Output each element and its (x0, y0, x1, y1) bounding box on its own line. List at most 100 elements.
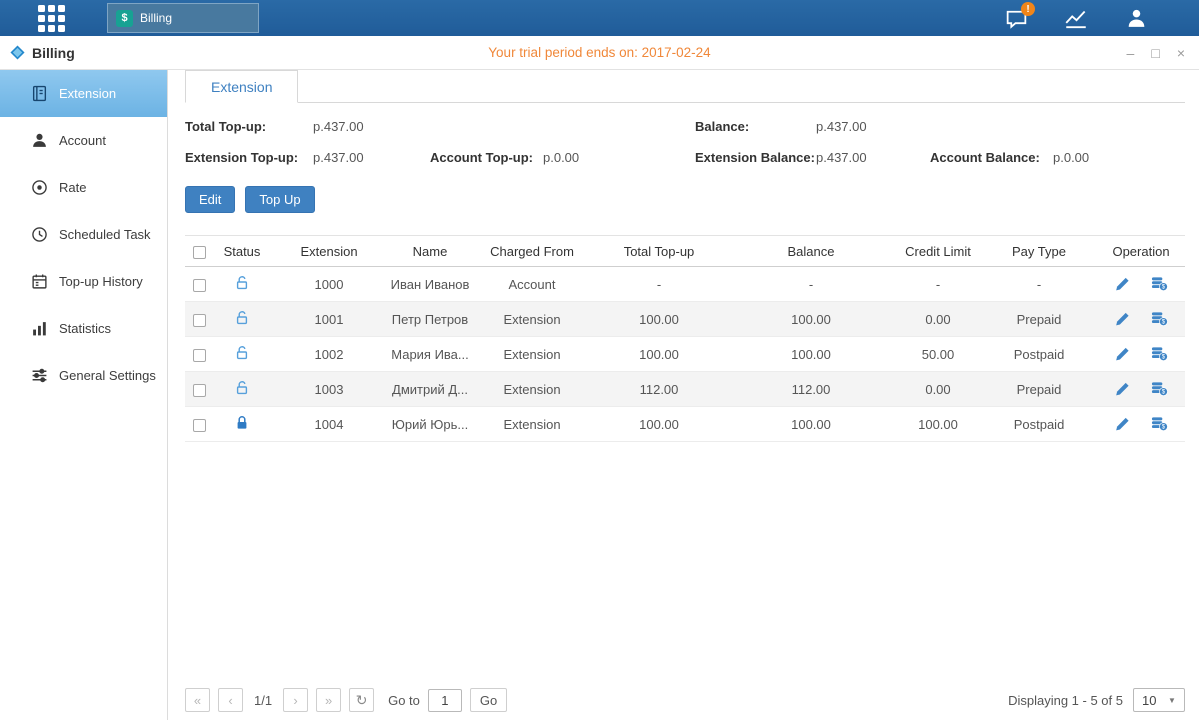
edit-icon[interactable] (1114, 346, 1131, 362)
refresh-icon[interactable]: ↻ (349, 688, 374, 712)
sidebar-item-account[interactable]: Account (0, 117, 167, 164)
chevron-down-icon: ▼ (1168, 696, 1184, 705)
edit-icon[interactable] (1114, 311, 1131, 327)
select-all-checkbox[interactable] (193, 246, 206, 259)
cell-extension: 1000 (271, 267, 387, 302)
sidebar-item-label: Top-up History (59, 274, 143, 289)
window-title-bar: Billing Your trial period ends on: 2017-… (0, 36, 1199, 70)
cell-charged-from: Account (473, 267, 591, 302)
cell-name: Иван Иванов (387, 267, 473, 302)
sidebar-item-extension[interactable]: Extension (0, 70, 167, 117)
extension-topup-field: Extension Top-up: p.437.00 (185, 150, 430, 165)
next-page-button[interactable]: › (283, 688, 308, 712)
balance-label: Balance: (695, 119, 816, 134)
pagination-bar: « ‹ 1/1 › » ↻ Go to Go Displaying 1 - 5 … (185, 688, 1185, 712)
last-page-button[interactable]: » (316, 688, 341, 712)
extension-balance-label: Extension Balance: (695, 150, 816, 165)
status-lock-icon[interactable] (234, 275, 250, 291)
trial-period-notice: Your trial period ends on: 2017-02-24 (0, 45, 1199, 60)
edit-button[interactable]: Edit (185, 186, 235, 213)
cell-credit-limit: 0.00 (895, 372, 981, 407)
cell-name: Юрий Юрь... (387, 407, 473, 442)
go-button[interactable]: Go (470, 688, 507, 712)
extensions-table: Status Extension Name Charged From Total… (185, 235, 1185, 442)
close-icon[interactable]: × (1177, 46, 1185, 60)
window-title: Billing (32, 45, 75, 61)
topbar-right-icons: ! (1003, 0, 1149, 36)
balance-value: p.437.00 (816, 119, 867, 134)
account-balance-field: Account Balance: p.0.00 (930, 150, 1185, 165)
notification-badge: ! (1021, 2, 1035, 16)
goto-page-input[interactable] (428, 689, 462, 712)
col-credit-limit: Credit Limit (895, 236, 981, 267)
cell-pay-type: Postpaid (981, 407, 1097, 442)
topup-icon[interactable]: $ (1151, 381, 1168, 397)
user-account-icon[interactable] (1123, 5, 1149, 31)
billing-app-window: $ Billing ! (0, 0, 1199, 720)
topup-icon[interactable]: $ (1151, 416, 1168, 432)
apps-grid-icon[interactable] (38, 5, 65, 32)
first-page-button[interactable]: « (185, 688, 210, 712)
cell-name: Петр Петров (387, 302, 473, 337)
notifications-chat-icon[interactable]: ! (1003, 5, 1029, 31)
cell-total-topup: 100.00 (591, 337, 727, 372)
cell-credit-limit: 100.00 (895, 407, 981, 442)
cell-extension: 1001 (271, 302, 387, 337)
cell-balance: 100.00 (727, 337, 895, 372)
sidebar-item-label: General Settings (59, 368, 156, 383)
account-topup-field: Account Top-up: p.0.00 (430, 150, 695, 165)
extension-book-icon (31, 85, 48, 102)
status-lock-icon[interactable] (234, 310, 250, 326)
edit-icon[interactable] (1114, 276, 1131, 292)
cell-total-topup: 112.00 (591, 372, 727, 407)
prev-page-button[interactable]: ‹ (218, 688, 243, 712)
tab-extension[interactable]: Extension (185, 70, 298, 103)
extension-page: Extension Total Top-up: p.437.00 Balance… (168, 70, 1199, 720)
extension-topup-value: p.437.00 (313, 150, 364, 165)
scheduled-task-clock-icon (31, 226, 48, 243)
sidebar-item-rate[interactable]: Rate (0, 164, 167, 211)
table-row: 1003 Дмитрий Д... Extension 112.00 112.0… (185, 372, 1185, 407)
goto-label: Go to (388, 693, 420, 708)
topup-icon[interactable]: $ (1151, 346, 1168, 362)
row-checkbox[interactable] (193, 384, 206, 397)
cell-charged-from: Extension (473, 302, 591, 337)
sidebar-item-label: Scheduled Task (59, 227, 151, 242)
sidebar-item-scheduled-task[interactable]: Scheduled Task (0, 211, 167, 258)
cell-extension: 1004 (271, 407, 387, 442)
status-lock-icon[interactable] (234, 345, 250, 361)
topup-icon[interactable]: $ (1151, 311, 1168, 327)
edit-icon[interactable] (1114, 381, 1131, 397)
sidebar-item-topup-history[interactable]: Top-up History (0, 258, 167, 305)
billing-app-tab[interactable]: $ Billing (107, 3, 259, 33)
cell-credit-limit: 50.00 (895, 337, 981, 372)
rate-icon (31, 179, 48, 196)
account-topup-value: p.0.00 (543, 150, 579, 165)
billing-summary: Total Top-up: p.437.00 Balance: p.437.00… (185, 119, 1185, 165)
status-lock-icon[interactable] (234, 380, 250, 396)
sidebar-item-statistics[interactable]: Statistics (0, 305, 167, 352)
cell-pay-type: Prepaid (981, 372, 1097, 407)
top-up-button[interactable]: Top Up (245, 186, 314, 213)
statistics-line-chart-icon[interactable] (1063, 5, 1089, 31)
table-row: 1002 Мария Ива... Extension 100.00 100.0… (185, 337, 1185, 372)
maximize-icon[interactable]: □ (1151, 46, 1159, 60)
edit-icon[interactable] (1114, 416, 1131, 432)
col-status: Status (213, 236, 271, 267)
sidebar-item-label: Account (59, 133, 106, 148)
col-operation: Operation (1097, 236, 1185, 267)
billing-logo-icon (10, 45, 25, 60)
row-checkbox[interactable] (193, 279, 206, 292)
row-checkbox[interactable] (193, 314, 206, 327)
sidebar-item-label: Extension (59, 86, 116, 101)
row-checkbox[interactable] (193, 349, 206, 362)
minimize-icon[interactable]: – (1127, 46, 1135, 60)
topup-icon[interactable]: $ (1151, 276, 1168, 292)
sidebar-item-general-settings[interactable]: General Settings (0, 352, 167, 399)
total-topup-label: Total Top-up: (185, 119, 313, 134)
page-size-select[interactable]: 10 ▼ (1133, 688, 1185, 712)
status-lock-icon[interactable] (234, 415, 250, 431)
row-checkbox[interactable] (193, 419, 206, 432)
col-balance: Balance (727, 236, 895, 267)
table-row: 1000 Иван Иванов Account - - - - $ (185, 267, 1185, 302)
